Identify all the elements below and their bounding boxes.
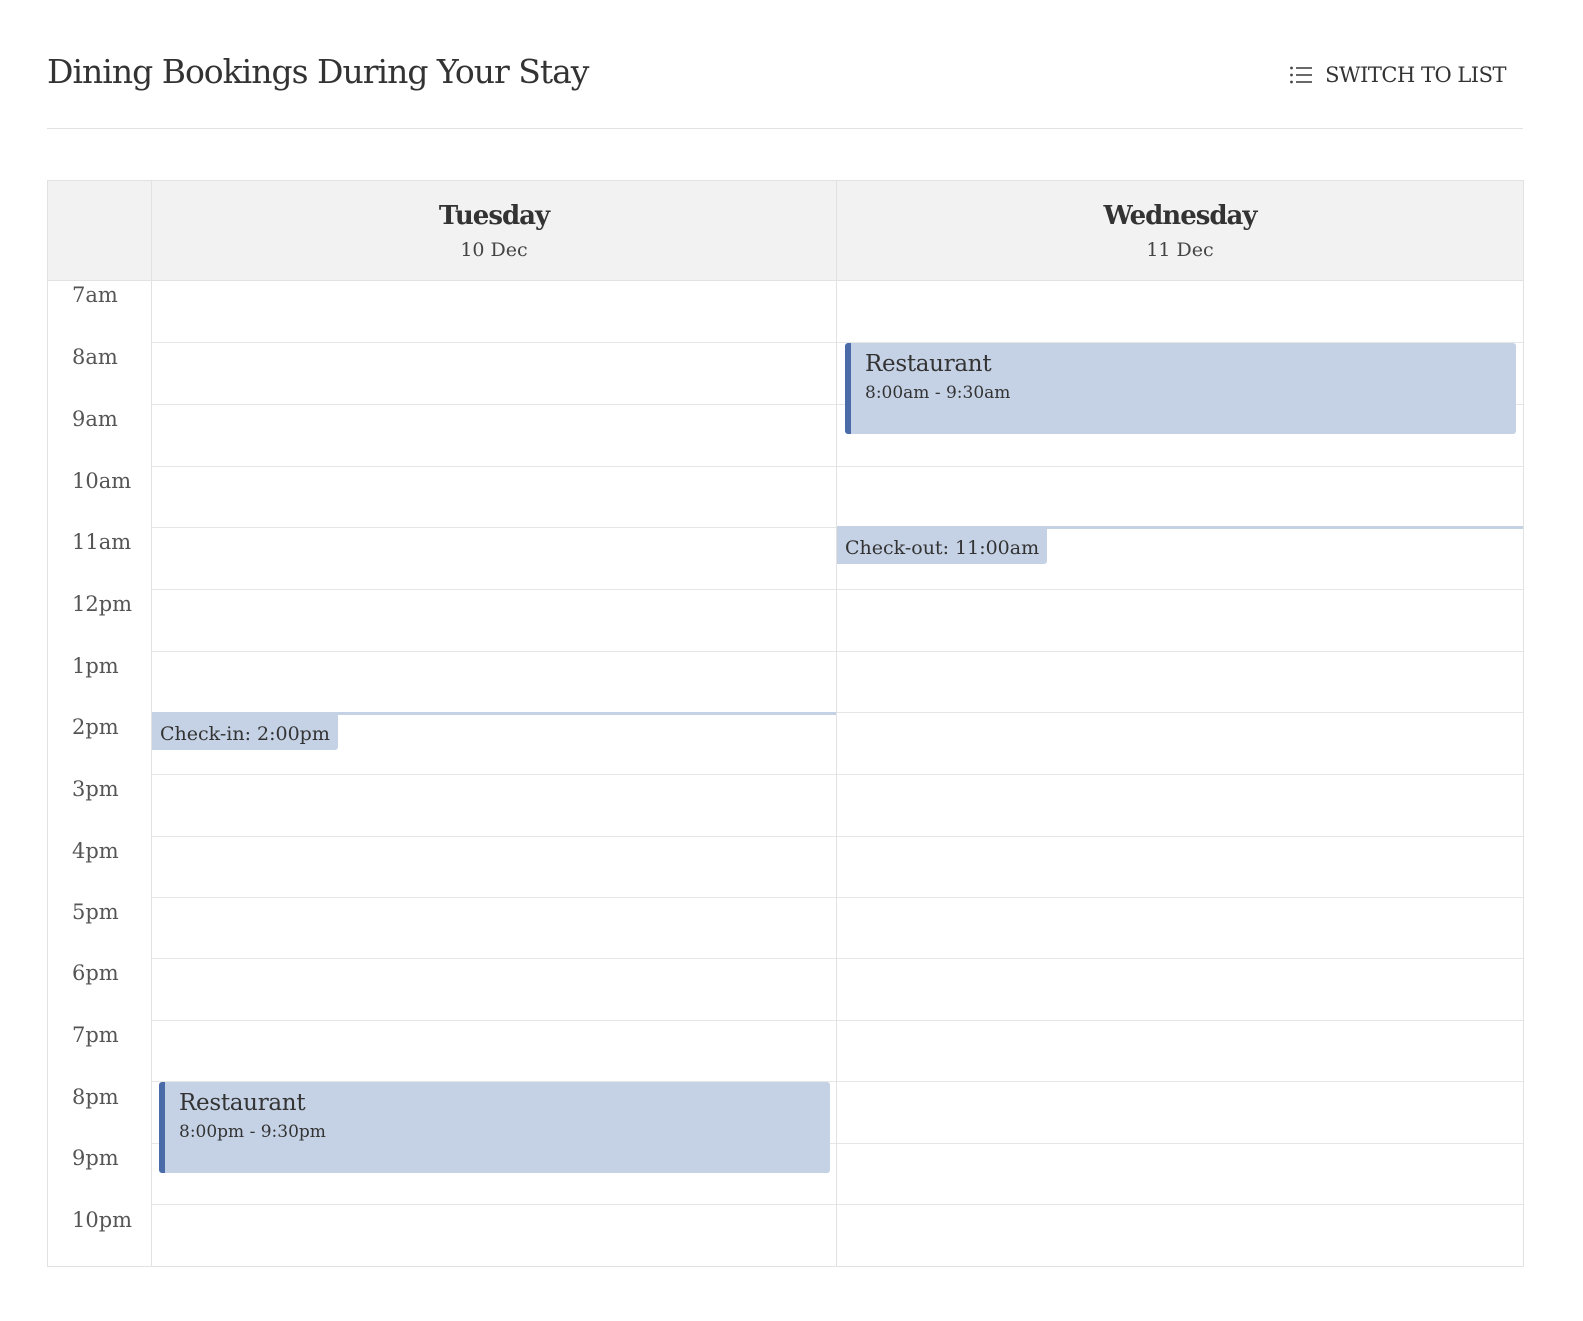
time-slot[interactable]	[837, 775, 1523, 837]
time-slot[interactable]	[152, 343, 836, 405]
time-label: 11am	[72, 530, 132, 554]
day-date: 11 Dec	[1146, 239, 1214, 261]
time-label: 9pm	[72, 1146, 119, 1170]
day-name: Wednesday	[1103, 201, 1257, 231]
time-slot[interactable]	[837, 1205, 1523, 1267]
time-slot[interactable]	[152, 959, 836, 1021]
day-column-wednesday: Restaurant 8:00am - 9:30am Check-out: 11…	[837, 281, 1523, 1266]
time-label: 2pm	[72, 715, 119, 739]
time-label: 12pm	[72, 592, 133, 616]
time-slot[interactable]	[837, 590, 1523, 652]
time-slot[interactable]	[837, 836, 1523, 898]
day-name: Tuesday	[438, 201, 550, 231]
event-time: 8:00am - 9:30am	[865, 383, 1011, 403]
time-slot[interactable]	[837, 1020, 1523, 1082]
time-slot[interactable]	[837, 1082, 1523, 1144]
time-label: 6pm	[72, 961, 119, 985]
time-label: 8am	[72, 345, 118, 369]
time-label: 9am	[72, 407, 118, 431]
time-label: 7pm	[72, 1023, 119, 1047]
time-slot[interactable]	[152, 897, 836, 959]
calendar-body: 7am 8am 9am 10am 11am 12pm 1pm 2pm 3pm 4…	[48, 281, 1523, 1266]
time-slot[interactable]	[837, 1143, 1523, 1205]
time-slot[interactable]	[837, 713, 1523, 775]
page-header: Dining Bookings During Your Stay SWITCH …	[47, 0, 1523, 129]
time-label: 4pm	[72, 839, 119, 863]
time-slot[interactable]	[152, 775, 836, 837]
event-title: Restaurant	[179, 1090, 306, 1116]
switch-to-list-button[interactable]: SWITCH TO LIST	[1289, 63, 1506, 87]
page-title: Dining Bookings During Your Stay	[47, 52, 589, 91]
event-time: 8:00pm - 9:30pm	[179, 1122, 326, 1142]
time-slot[interactable]	[152, 651, 836, 713]
day-date: 10 Dec	[460, 239, 528, 261]
time-slot[interactable]	[152, 528, 836, 590]
time-label: 1pm	[72, 654, 119, 678]
time-slot[interactable]	[837, 281, 1523, 343]
booking-event-restaurant[interactable]: Restaurant 8:00am - 9:30am	[845, 343, 1516, 434]
time-label: 5pm	[72, 900, 119, 924]
time-slot[interactable]	[152, 590, 836, 652]
time-slot[interactable]	[837, 897, 1523, 959]
time-label: 10pm	[72, 1208, 133, 1232]
time-gutter: 7am 8am 9am 10am 11am 12pm 1pm 2pm 3pm 4…	[48, 281, 152, 1266]
calendar-header: Tuesday 10 Dec Wednesday 11 Dec	[48, 181, 1523, 281]
time-slot[interactable]	[152, 836, 836, 898]
day-header-wednesday: Wednesday 11 Dec	[837, 181, 1523, 281]
time-label: 10am	[72, 469, 132, 493]
calendar: Tuesday 10 Dec Wednesday 11 Dec 7am 8am …	[47, 180, 1524, 1267]
time-slot[interactable]	[837, 466, 1523, 528]
time-slot[interactable]	[152, 1020, 836, 1082]
time-label: 7am	[72, 283, 118, 307]
time-slot[interactable]	[152, 466, 836, 528]
time-slot[interactable]	[837, 959, 1523, 1021]
time-label: 3pm	[72, 777, 119, 801]
switch-to-list-label: SWITCH TO LIST	[1325, 63, 1506, 87]
time-slot[interactable]	[152, 1205, 836, 1267]
time-slot[interactable]	[152, 405, 836, 467]
booking-event-restaurant[interactable]: Restaurant 8:00pm - 9:30pm	[159, 1082, 830, 1173]
time-slot[interactable]	[837, 651, 1523, 713]
checkout-marker: Check-out: 11:00am	[837, 529, 1048, 564]
calendar-corner	[48, 181, 152, 281]
day-header-tuesday: Tuesday 10 Dec	[152, 181, 837, 281]
time-label: 8pm	[72, 1085, 119, 1109]
event-title: Restaurant	[865, 351, 992, 377]
checkin-marker: Check-in: 2:00pm	[152, 715, 338, 750]
day-column-tuesday: Check-in: 2:00pm Restaurant 8:00pm - 9:3…	[152, 281, 837, 1266]
list-icon	[1290, 66, 1313, 84]
time-slot[interactable]	[152, 281, 836, 343]
